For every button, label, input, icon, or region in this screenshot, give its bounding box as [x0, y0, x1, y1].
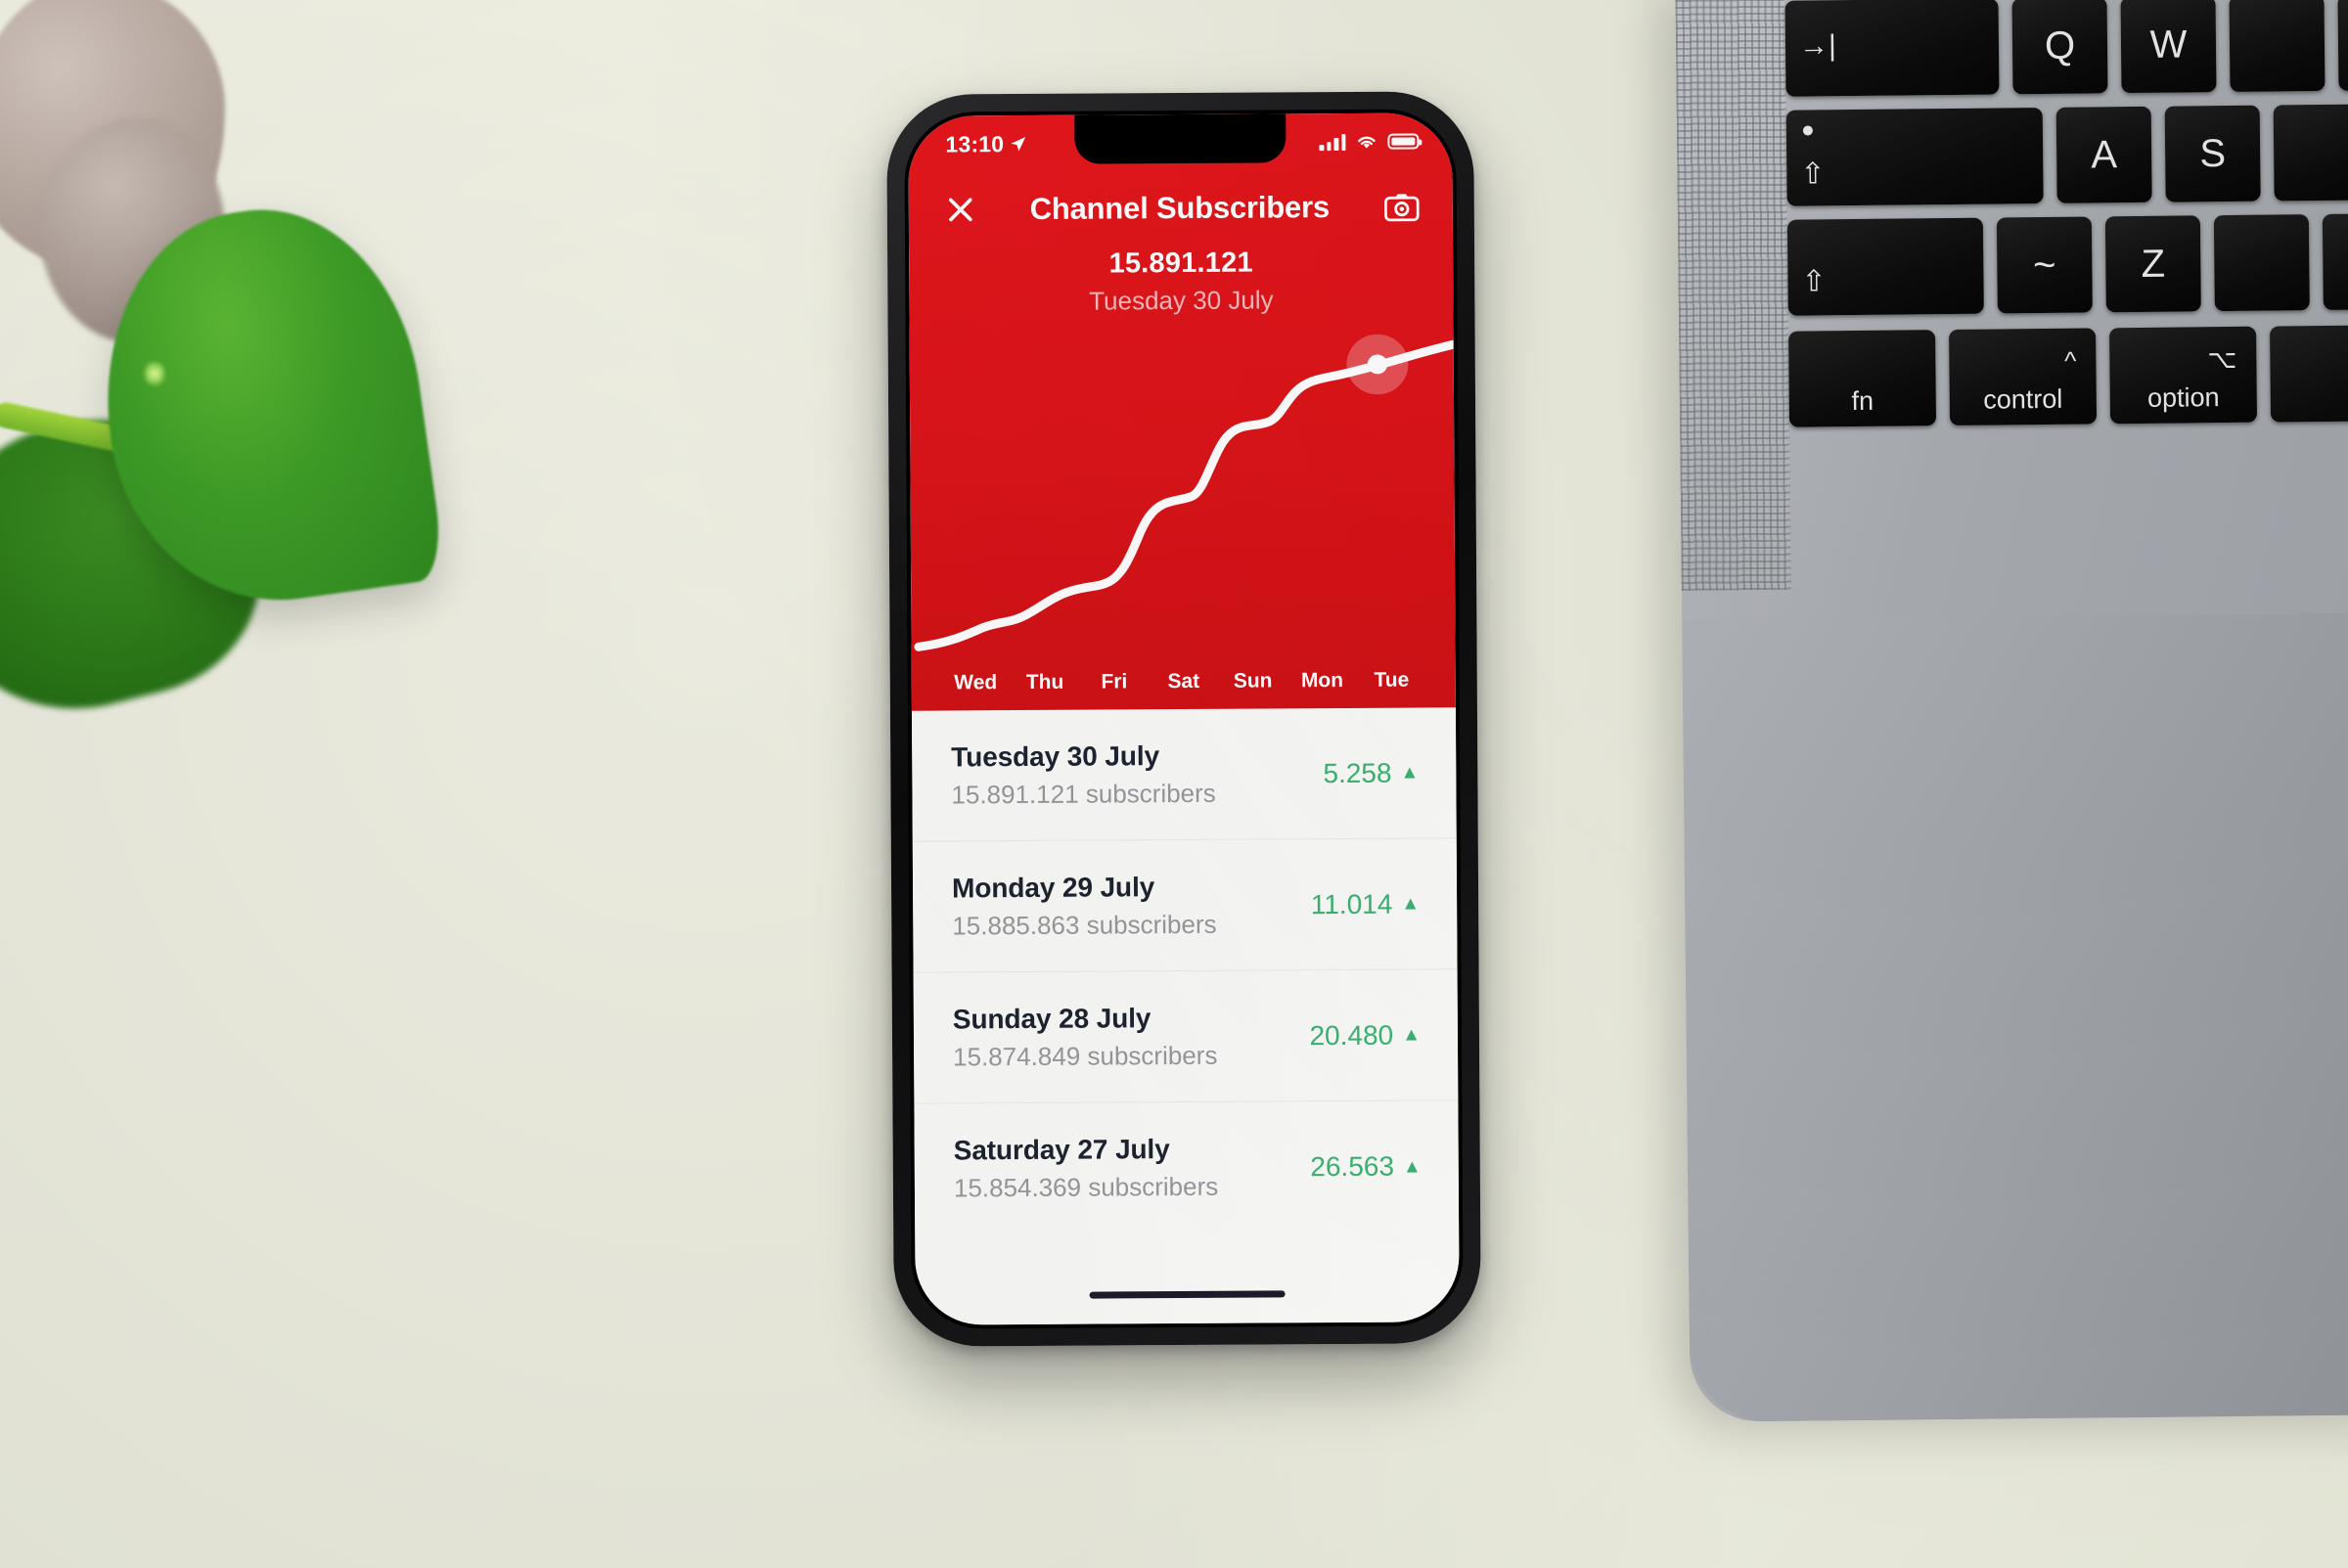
row-subscribers-label: 15.891.121 subscribers: [951, 778, 1216, 809]
row-text-group: Sunday 28 July 15.874.849 subscribers: [953, 1002, 1218, 1072]
row-delta-value: 11.014: [1310, 888, 1393, 919]
table-row[interactable]: Monday 29 July 15.885.863 subscribers 11…: [912, 838, 1458, 973]
wifi-icon: [1358, 136, 1376, 148]
scene-photo: →| Q W ⇧ A S ⇧ ~ Z fn ^ control ⌥ option…: [0, 0, 2348, 1568]
row-day-label: Sunday 28 July: [952, 1002, 1151, 1034]
caps-lock-arrow-icon: ⇧: [1800, 157, 1826, 191]
phone-screen[interactable]: 13:10 Channel Subscribers 15.891.121 Tue…: [908, 112, 1460, 1325]
summary-date: Tuesday 30 July: [1089, 285, 1274, 316]
fn-key[interactable]: fn: [1788, 330, 1937, 427]
axis-tick-sun: Sun: [1233, 669, 1273, 693]
row-text-group: Saturday 27 July 15.854.369 subscribers: [954, 1134, 1219, 1204]
axis-tick-sat: Sat: [1167, 669, 1200, 694]
z-key[interactable]: Z: [2104, 215, 2201, 313]
row-delta-group: 11.014 ▲: [1311, 888, 1421, 920]
daily-breakdown-list[interactable]: Tuesday 30 July 15.891.121 subscribers 5…: [911, 707, 1460, 1267]
x-key[interactable]: [2213, 214, 2310, 312]
tab-arrow-icon: →|: [1798, 29, 1836, 63]
tilde-key[interactable]: ~: [1996, 216, 2093, 314]
row-subscribers-label: 15.854.369 subscribers: [953, 1171, 1219, 1203]
control-key[interactable]: ^ control: [1949, 328, 2098, 426]
row-delta-value: 20.480: [1309, 1019, 1394, 1051]
caps-lock-key[interactable]: ⇧: [1785, 107, 2044, 206]
shift-key[interactable]: ⇧: [1786, 217, 1984, 316]
shift-arrow-icon: ⇧: [1801, 265, 1827, 298]
d-key[interactable]: [2273, 104, 2348, 202]
axis-tick-mon: Mon: [1300, 669, 1344, 693]
row-delta-value: 5.258: [1323, 757, 1392, 788]
r-key[interactable]: [2337, 0, 2348, 91]
q-key[interactable]: Q: [2011, 0, 2108, 95]
laptop-palmrest: [1682, 612, 2348, 1422]
axis-tick-tue: Tue: [1374, 668, 1410, 692]
laptop-speaker-grille: [1675, 0, 1791, 591]
caps-lock-indicator-icon: [1802, 125, 1813, 136]
table-row[interactable]: Sunday 28 July 15.874.849 subscribers 20…: [913, 969, 1459, 1104]
axis-tick-wed: Wed: [954, 671, 998, 694]
plant-decoration: [0, 0, 470, 739]
s-key[interactable]: S: [2164, 105, 2261, 202]
status-bar: 13:10: [908, 112, 1452, 164]
laptop-computer: →| Q W ⇧ A S ⇧ ~ Z fn ^ control ⌥ option: [1675, 0, 2348, 1422]
smartphone: 13:10 Channel Subscribers 15.891.121 Tue…: [886, 91, 1481, 1347]
row-subscribers-label: 15.874.849 subscribers: [953, 1040, 1218, 1071]
up-triangle-icon: ▲: [1400, 762, 1420, 784]
leaf-highlight: [145, 360, 164, 387]
row-delta-value: 26.563: [1310, 1150, 1395, 1183]
command-key[interactable]: c: [2270, 324, 2348, 423]
table-row[interactable]: Tuesday 30 July 15.891.121 subscribers 5…: [911, 707, 1457, 842]
subscriber-line-chart[interactable]: [909, 314, 1455, 671]
a-key[interactable]: A: [2055, 106, 2152, 203]
row-text-group: Monday 29 July 15.885.863 subscribers: [952, 871, 1217, 941]
control-key-label: control: [1983, 383, 2063, 415]
chart-x-axis: Wed Thu Fri Sat Sun Mon Tue: [912, 668, 1456, 710]
chart-hero-panel: 13:10 Channel Subscribers 15.891.121 Tue…: [908, 112, 1456, 711]
status-bar-left: 13:10: [945, 130, 1026, 157]
close-icon[interactable]: [946, 195, 975, 224]
navigation-bar: Channel Subscribers: [909, 161, 1453, 233]
up-triangle-icon: ▲: [1402, 1156, 1422, 1178]
phone-bezel: 13:10 Channel Subscribers 15.891.121 Tue…: [904, 109, 1464, 1329]
summary-value: 15.891.121: [1108, 246, 1253, 280]
option-key-label: option: [2146, 382, 2220, 413]
tab-key[interactable]: →|: [1784, 0, 2000, 97]
home-indicator-area: [915, 1263, 1460, 1325]
row-delta-group: 20.480 ▲: [1309, 1019, 1421, 1052]
battery-icon: [1387, 133, 1420, 150]
row-delta-group: 26.563 ▲: [1310, 1151, 1422, 1184]
up-triangle-icon: ▲: [1401, 893, 1421, 915]
e-key[interactable]: [2229, 0, 2325, 92]
location-arrow-icon: [1011, 136, 1026, 152]
up-triangle-icon: ▲: [1402, 1024, 1422, 1046]
status-bar-right: [1319, 133, 1420, 151]
chart-marker-layer: [1346, 334, 1409, 395]
summary-block: 15.891.121 Tuesday 30 July: [909, 246, 1453, 317]
page-title: Channel Subscribers: [1029, 190, 1331, 226]
row-day-label: Monday 29 July: [951, 871, 1155, 903]
axis-tick-thu: Thu: [1025, 670, 1064, 694]
control-caret-icon: ^: [2064, 345, 2077, 376]
chart-marker-dot[interactable]: [1367, 354, 1388, 375]
camera-icon[interactable]: [1383, 193, 1420, 222]
row-day-label: Tuesday 30 July: [951, 739, 1160, 772]
home-indicator-bar[interactable]: [1089, 1289, 1286, 1299]
row-day-label: Saturday 27 July: [953, 1134, 1170, 1166]
c-key[interactable]: [2322, 212, 2348, 310]
status-bar-time: 13:10: [945, 130, 1005, 157]
row-subscribers-label: 15.885.863 subscribers: [952, 909, 1217, 940]
option-glyph-icon: ⌥: [2207, 343, 2237, 375]
axis-tick-fri: Fri: [1101, 670, 1128, 694]
table-row[interactable]: Saturday 27 July 15.854.369 subscribers …: [914, 1100, 1459, 1234]
laptop-keyboard: →| Q W ⇧ A S ⇧ ~ Z fn ^ control ⌥ option: [1784, 0, 2348, 609]
option-key[interactable]: ⌥ option: [2109, 326, 2258, 425]
row-delta-group: 5.258 ▲: [1323, 757, 1419, 789]
w-key[interactable]: W: [2120, 0, 2217, 94]
row-text-group: Tuesday 30 July 15.891.121 subscribers: [951, 739, 1216, 810]
cellular-bars-icon: [1319, 133, 1346, 151]
